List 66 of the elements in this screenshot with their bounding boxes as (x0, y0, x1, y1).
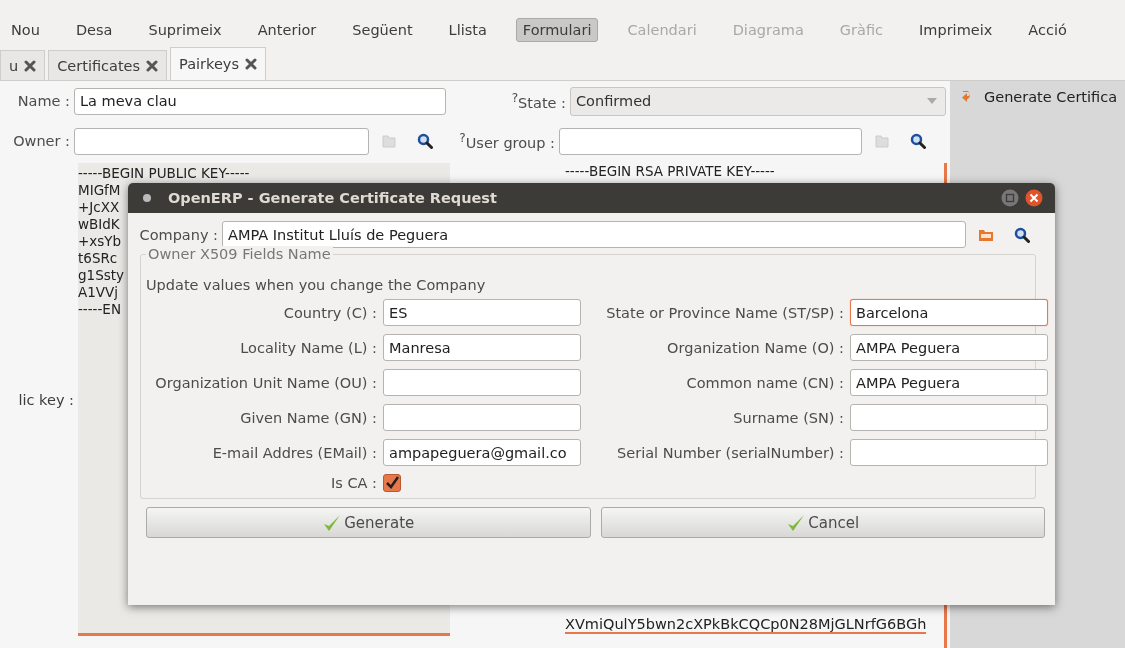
text-field[interactable]: Manresa (383, 334, 581, 361)
field-label: Is CA : (330, 475, 377, 491)
group-title: Owner X509 Fields Name (146, 246, 333, 262)
text-field[interactable] (383, 404, 581, 431)
field-label: Country (C) : (282, 304, 377, 321)
document-icon[interactable] (874, 133, 890, 149)
search-icon[interactable] (910, 133, 926, 149)
text-field[interactable]: AMPA Peguera (850, 369, 1048, 396)
field-label: $^{?}$User group : (458, 131, 555, 151)
close-icon[interactable] (1025, 189, 1043, 207)
state-dropdown[interactable]: Confirmed (570, 86, 946, 116)
toolbar-button[interactable]: Nou (4, 18, 47, 42)
text-field[interactable] (383, 369, 581, 396)
toolbar-button[interactable]: Suprimeix (141, 18, 229, 42)
field-label: Given Name (GN) : (239, 409, 377, 426)
window-menu-icon[interactable] (142, 193, 152, 203)
search-icon[interactable] (1014, 226, 1030, 243)
field-label: Organization Unit Name (OU) : (154, 374, 377, 391)
text-field[interactable] (850, 439, 1048, 466)
company-field[interactable]: AMPA Institut Lluís de Peguera (222, 221, 966, 248)
field-label: Company : (138, 226, 218, 243)
toolbar-button[interactable]: Formulari (515, 18, 599, 42)
field-label: Surname (SN) : (732, 409, 844, 426)
toolbar-button[interactable]: Acció (1021, 18, 1074, 42)
toolbar-button[interactable]: Imprimeix (912, 18, 1000, 42)
name-field[interactable]: La meva clau (74, 87, 446, 115)
text-field[interactable]: ampapeguera@gmail.co (383, 439, 581, 466)
tab[interactable]: u (0, 50, 46, 80)
checkbox[interactable] (383, 474, 401, 492)
text-field[interactable]: ES (383, 299, 581, 326)
tab-label: Certificates (57, 57, 141, 74)
field-label: lic key : (18, 391, 74, 408)
close-icon[interactable] (24, 59, 37, 72)
toolbar-button[interactable]: Anterior (250, 18, 324, 42)
field-label: $^{?}$State : (510, 91, 566, 111)
user-group-field[interactable] (559, 127, 862, 155)
toolbar-button[interactable]: Llista (441, 18, 494, 42)
field-label: Owner : (12, 133, 70, 149)
hint-text: Update values when you change the Company (146, 277, 487, 293)
search-icon[interactable] (417, 133, 433, 149)
toolbar-button[interactable]: Desa (68, 18, 120, 42)
document-icon[interactable] (381, 133, 397, 149)
dialog-button[interactable]: Generate (146, 507, 591, 538)
field-label: Name : (16, 93, 70, 109)
field-label: Serial Number (serialNumber) : (616, 444, 844, 461)
field-label: State or Province Name (ST/SP) : (605, 304, 844, 321)
close-icon[interactable] (245, 58, 257, 70)
field-label: Organization Name (O) : (666, 339, 844, 356)
maximize-icon[interactable] (1001, 189, 1019, 207)
tab-label: u (9, 57, 19, 74)
action-link[interactable]: Generate Certifica (950, 89, 1125, 105)
text-field[interactable]: Barcelona (850, 299, 1048, 326)
text-field[interactable] (850, 404, 1048, 431)
field-label: E-mail Addres (EMail) : (211, 444, 377, 461)
window-title: OpenERP - Generate Certificate Request (168, 190, 498, 206)
text-field[interactable]: AMPA Peguera (850, 334, 1048, 361)
toolbar-button[interactable]: Següent (345, 18, 420, 42)
dialog-button[interactable]: Cancel (600, 507, 1045, 538)
owner-field[interactable] (74, 127, 369, 155)
tab-label: Pairkeys (179, 56, 239, 72)
tab[interactable]: Pairkeys (170, 47, 266, 80)
tab[interactable]: Certificates (48, 50, 168, 80)
field-label: Common name (CN) : (685, 374, 844, 391)
caret-icon (927, 98, 937, 104)
field-label: Locality Name (L) : (239, 339, 377, 356)
close-icon[interactable] (146, 59, 159, 72)
